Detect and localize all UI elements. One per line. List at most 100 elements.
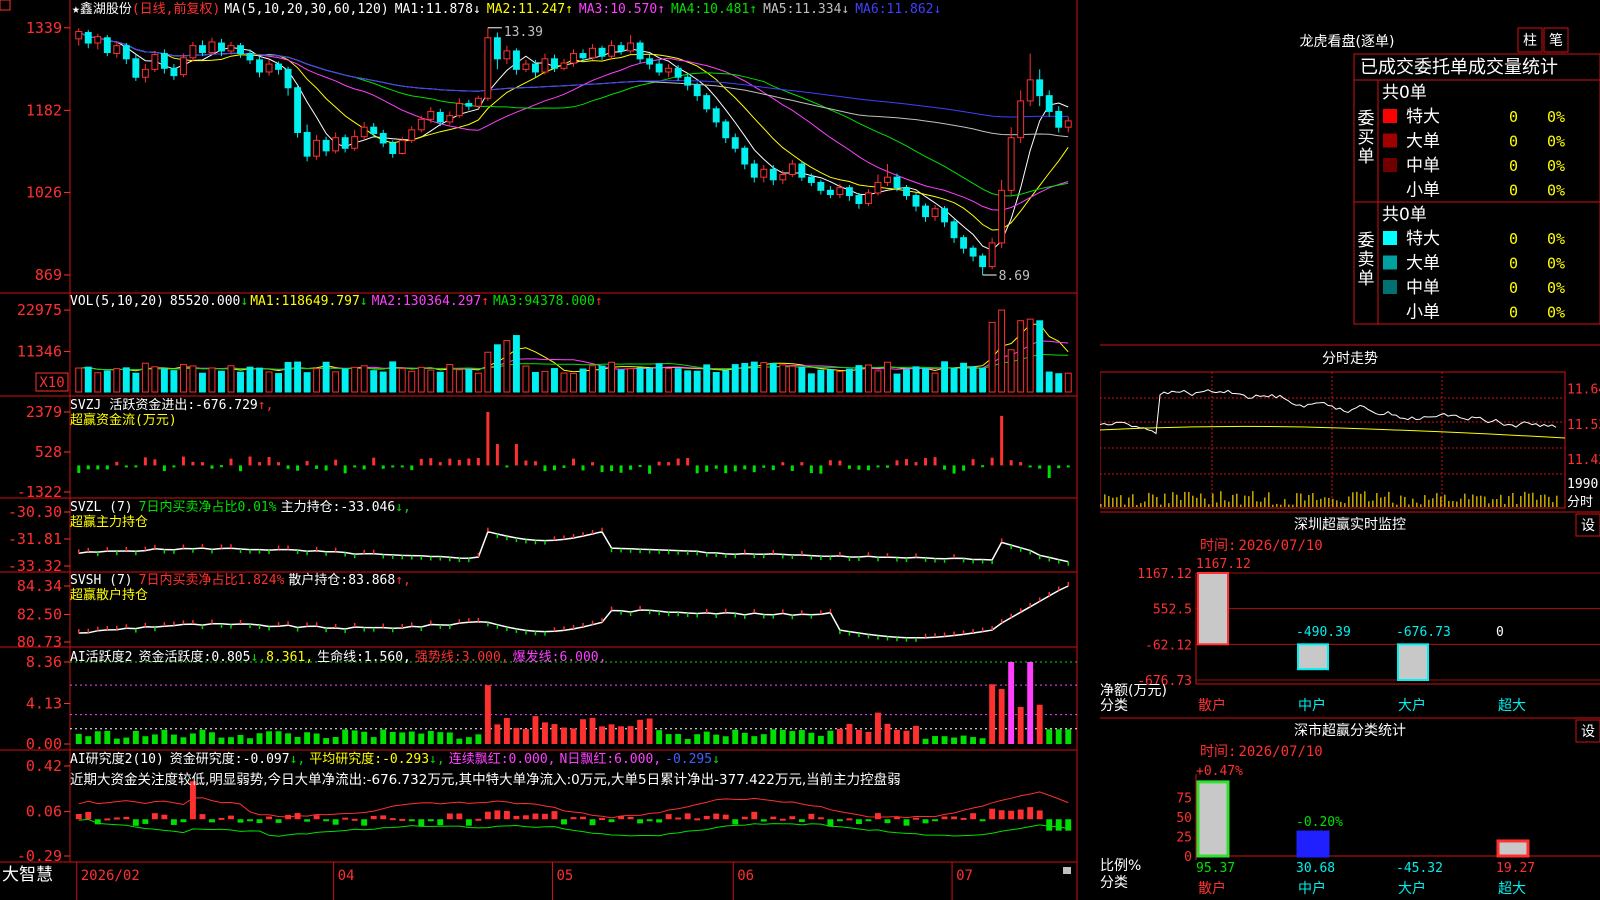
ai-research-bar[interactable] (218, 817, 225, 820)
ai-active-bar[interactable] (713, 734, 720, 744)
candle-body[interactable] (465, 103, 473, 107)
candle-body[interactable] (227, 45, 235, 52)
ai-research-bar[interactable] (637, 819, 644, 824)
ai-research-bar[interactable] (104, 818, 111, 821)
vol-bar[interactable] (1055, 373, 1063, 393)
vol-bar[interactable] (969, 366, 977, 393)
vol-bar[interactable] (826, 369, 834, 393)
ai-active-bar[interactable] (304, 732, 311, 744)
ai-research-bar[interactable] (922, 819, 929, 824)
vol-bar[interactable] (94, 372, 102, 393)
svzj-bar[interactable] (1000, 415, 1004, 466)
vol-bar[interactable] (436, 371, 444, 393)
ai-research-bar[interactable] (237, 819, 244, 823)
svzj-bar[interactable] (134, 465, 138, 468)
svzj-bar[interactable] (667, 462, 671, 466)
vol-bar[interactable] (617, 369, 625, 393)
ai-active-bar[interactable] (1036, 704, 1043, 744)
ai-research-bar[interactable] (713, 813, 720, 820)
svzj-bar[interactable] (514, 443, 518, 466)
candle-body[interactable] (84, 32, 92, 44)
ai-research-bar[interactable] (465, 819, 472, 826)
candle-body[interactable] (703, 95, 711, 110)
svzj-bar[interactable] (343, 465, 347, 474)
vol-bar[interactable] (665, 368, 673, 393)
ai-active-bar[interactable] (903, 730, 910, 744)
ai-active-bar[interactable] (228, 737, 234, 744)
vol-bar[interactable] (703, 364, 711, 393)
ai-research-bar[interactable] (656, 819, 663, 823)
ai-research-bar[interactable] (437, 819, 444, 826)
candle-body[interactable] (436, 111, 444, 123)
vol-bar[interactable] (189, 365, 197, 393)
svzj-bar[interactable] (400, 465, 404, 468)
candle-body[interactable] (75, 30, 83, 40)
vol-bar[interactable] (903, 369, 910, 393)
candle-body[interactable] (693, 84, 701, 97)
svzj-bar[interactable] (410, 465, 414, 471)
ai-research-bar[interactable] (75, 813, 82, 820)
candle-body[interactable] (750, 163, 758, 178)
ai-research-bar[interactable] (760, 819, 767, 822)
svzj-bar[interactable] (943, 465, 947, 470)
ai-research-bar[interactable] (180, 819, 187, 823)
ai-active-bar[interactable] (218, 737, 225, 744)
candle-body[interactable] (570, 53, 577, 64)
vol-bar[interactable] (922, 368, 929, 393)
ai-research-bar[interactable] (142, 819, 149, 824)
candle-body[interactable] (417, 118, 425, 131)
candle-body[interactable] (551, 58, 558, 69)
ai-active-bar[interactable] (703, 731, 710, 744)
ai-research-bar[interactable] (342, 817, 349, 820)
svzj-bar[interactable] (495, 443, 499, 466)
svzj-bar[interactable] (248, 456, 252, 466)
vol-bar[interactable] (484, 351, 492, 393)
vol-bar[interactable] (1064, 372, 1072, 393)
svzj-bar[interactable] (1038, 465, 1042, 469)
svzj-bar[interactable] (372, 457, 376, 466)
vol-bar[interactable] (912, 366, 920, 393)
vol-bar[interactable] (1045, 371, 1053, 393)
ai-active-bar[interactable] (894, 729, 900, 744)
svzj-bar[interactable] (143, 457, 147, 466)
candle-body[interactable] (246, 53, 254, 61)
candle-body[interactable] (608, 45, 616, 57)
svzj-bar[interactable] (524, 460, 528, 466)
candle-body[interactable] (189, 45, 197, 59)
svzj-bar[interactable] (219, 465, 223, 468)
vol-bar[interactable] (455, 369, 463, 393)
ai-active-bar[interactable] (361, 731, 368, 744)
vol-bar[interactable] (360, 365, 368, 393)
svzj-bar[interactable] (353, 465, 357, 468)
vol-bar[interactable] (522, 365, 530, 393)
svzj-bar[interactable] (648, 465, 652, 474)
ai-active-bar[interactable] (741, 732, 748, 744)
svzj-bar[interactable] (962, 465, 966, 471)
vol-bar[interactable] (103, 370, 111, 393)
classify-bar[interactable] (1496, 839, 1530, 858)
svzj-bar[interactable] (638, 465, 642, 468)
vol-bar[interactable] (275, 373, 283, 393)
svzj-bar[interactable] (239, 465, 242, 472)
svzj-bar[interactable] (752, 465, 756, 473)
svzj-bar[interactable] (552, 465, 556, 471)
ai-research-bar[interactable] (941, 816, 948, 820)
ai-research-bar[interactable] (646, 819, 653, 822)
vol-bar[interactable] (627, 368, 635, 393)
ai-active-bar[interactable] (770, 729, 777, 744)
ai-active-bar[interactable] (760, 734, 767, 744)
ai-research-bar[interactable] (979, 819, 986, 822)
candle-body[interactable] (389, 142, 397, 154)
ai-research-bar[interactable] (1017, 809, 1024, 820)
ai-active-bar[interactable] (1008, 662, 1015, 744)
ai-active-bar[interactable] (646, 718, 653, 744)
svzj-bar[interactable] (210, 465, 214, 469)
ai-active-bar[interactable] (475, 734, 482, 744)
candle-body[interactable] (208, 41, 216, 54)
candle-body[interactable] (284, 68, 292, 89)
candle-body[interactable] (113, 45, 121, 55)
ai-active-bar[interactable] (542, 722, 548, 744)
candle-body[interactable] (141, 68, 149, 78)
ai-research-bar[interactable] (932, 819, 938, 822)
ai-research-bar[interactable] (370, 815, 377, 820)
